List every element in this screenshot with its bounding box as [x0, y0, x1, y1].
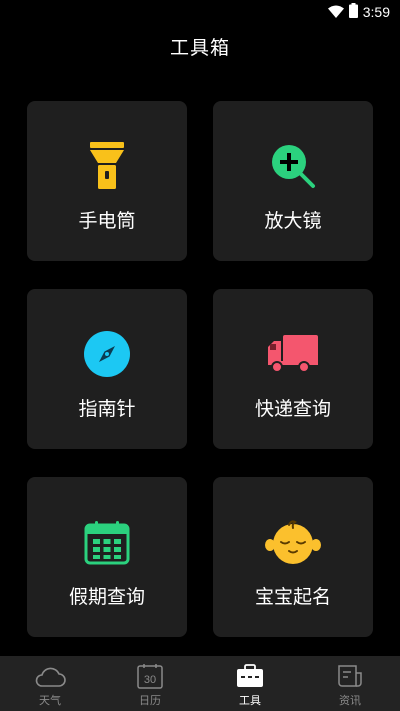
nav-label: 天气 — [39, 694, 61, 707]
nav-label: 资讯 — [339, 694, 361, 707]
delivery-truck-icon — [265, 326, 321, 382]
tool-label: 宝宝起名 — [254, 586, 331, 608]
compass-icon — [79, 326, 135, 382]
toolbox-icon — [233, 662, 267, 690]
tool-label: 假期查询 — [68, 586, 145, 608]
nav-label: 工具 — [239, 694, 261, 707]
tool-label: 放大镜 — [264, 210, 322, 232]
battery-icon — [348, 2, 358, 22]
calendar-icon — [79, 514, 135, 570]
wifi-icon — [327, 3, 344, 22]
nav-item-tools[interactable]: 工具 — [200, 656, 300, 711]
tool-label: 指南针 — [78, 398, 136, 420]
tool-card-baby-name[interactable]: 宝宝起名 — [213, 477, 373, 637]
tool-card-magnifier[interactable]: 放大镜 — [213, 101, 373, 261]
status-icons: 3:59 — [327, 2, 390, 22]
tool-card-flashlight[interactable]: 手电筒 — [27, 101, 187, 261]
flashlight-icon — [79, 138, 135, 194]
cloud-icon — [33, 662, 67, 690]
magnifier-icon — [265, 138, 321, 194]
baby-face-icon — [265, 514, 321, 570]
nav-item-calendar[interactable]: 30 日历 — [100, 656, 200, 711]
nav-item-weather[interactable]: 天气 — [0, 656, 100, 711]
tool-card-compass[interactable]: 指南针 — [27, 289, 187, 449]
tool-grid: 手电筒 放大镜 指南针 快递查询 假期查询 宝宝起名 — [27, 101, 373, 637]
tool-card-delivery[interactable]: 快递查询 — [213, 289, 373, 449]
calendar-date-icon: 30 — [133, 662, 167, 690]
bottom-nav: 天气 30 日历 工具 资讯 — [0, 656, 400, 711]
page-title: 工具箱 — [169, 37, 230, 59]
news-icon — [333, 662, 367, 690]
tool-card-holiday[interactable]: 假期查询 — [27, 477, 187, 637]
status-bar: 3:59 — [0, 0, 400, 24]
nav-item-news[interactable]: 资讯 — [300, 656, 400, 711]
tool-label: 手电筒 — [78, 210, 136, 232]
calendar-day-number: 30 — [144, 674, 156, 686]
nav-label: 日历 — [139, 694, 161, 707]
tool-label: 快递查询 — [254, 398, 331, 420]
status-time: 3:59 — [362, 4, 390, 20]
